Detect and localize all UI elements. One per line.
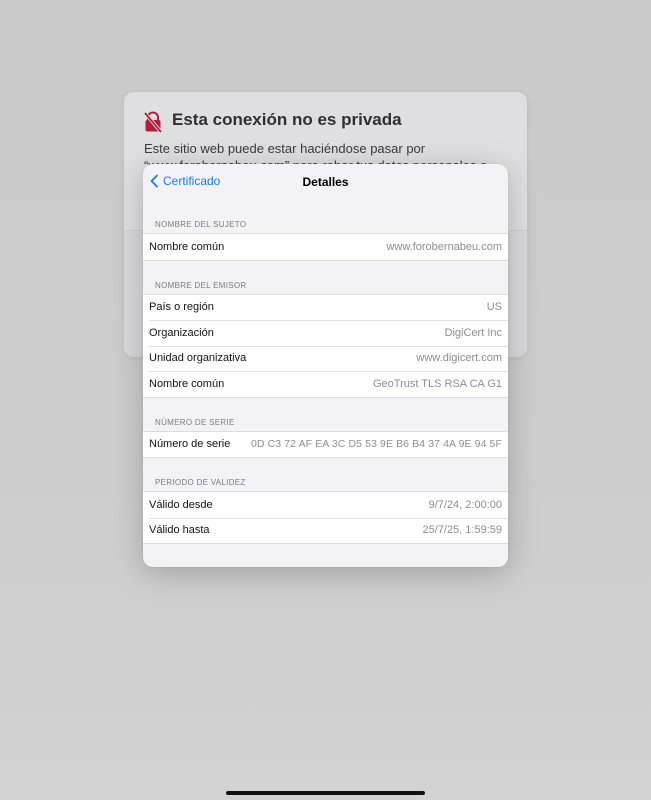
table-row: Organización DigiCert Inc bbox=[143, 320, 508, 346]
section-header-issuer: NOMBRE DEL EMISOR bbox=[155, 280, 247, 290]
section-serial: Número de serie 0D C3 72 AF EA 3C D5 53 … bbox=[143, 430, 508, 458]
table-row: Válido hasta 25/7/25, 1:59:59 bbox=[143, 517, 508, 544]
row-value: US bbox=[486, 301, 502, 314]
section-validity: Válido desde 9/7/24, 2:00:00 Válido hast… bbox=[143, 491, 508, 544]
table-row: Unidad organizativa www.digicert.com bbox=[143, 345, 508, 372]
section-subject: Nombre común www.forobernabeu.com bbox=[143, 233, 508, 261]
row-label: Nombre común bbox=[149, 240, 225, 253]
row-label: País o región bbox=[149, 301, 214, 314]
error-title: Esta conexión no es privada bbox=[172, 110, 402, 129]
row-value: www.forobernabeu.com bbox=[386, 240, 502, 253]
section-header-serial: NÚMERO DE SERIE bbox=[155, 417, 235, 427]
section-header-subject: NOMBRE DEL SUJETO bbox=[155, 220, 247, 229]
lock-slash-icon bbox=[143, 111, 163, 133]
table-row: Válido desde 9/7/24, 2:00:00 bbox=[143, 492, 508, 518]
modal-title: Detalles bbox=[302, 175, 349, 189]
row-value: 9/7/24, 2:00:00 bbox=[428, 498, 502, 511]
row-value: 25/7/25, 1:59:59 bbox=[422, 524, 502, 537]
row-value: GeoTrust TLS RSA CA G1 bbox=[373, 377, 502, 390]
row-label: Válido desde bbox=[149, 498, 213, 511]
row-value: www.digicert.com bbox=[416, 352, 502, 365]
table-row: Nombre común GeoTrust TLS RSA CA G1 bbox=[143, 371, 508, 397]
table-row: Número de serie 0D C3 72 AF EA 3C D5 53 … bbox=[143, 432, 508, 458]
row-label: Válido hasta bbox=[149, 524, 210, 537]
certificate-details-modal: Certificado Detalles NOMBRE DEL SUJETO N… bbox=[143, 164, 508, 567]
section-issuer: País o región US Organización DigiCert I… bbox=[143, 293, 508, 398]
modal-nav-bar: Certificado Detalles bbox=[143, 164, 508, 200]
row-value: 0D C3 72 AF EA 3C D5 53 9E B6 B4 37 4A 9… bbox=[250, 438, 502, 451]
row-value: DigiCert Inc bbox=[444, 326, 502, 339]
row-label: Organización bbox=[149, 326, 214, 339]
row-label: Unidad organizativa bbox=[149, 352, 247, 365]
section-header-validity: PERIODO DE VALIDEZ bbox=[155, 478, 246, 487]
row-label: Nombre común bbox=[149, 377, 225, 390]
home-indicator[interactable] bbox=[226, 791, 425, 795]
row-label: Número de serie bbox=[149, 438, 231, 451]
table-row: País o región US bbox=[143, 295, 508, 321]
error-description-line: Este sitio web puede estar haciéndose pa… bbox=[144, 141, 426, 156]
table-row: Nombre común www.forobernabeu.com bbox=[143, 234, 508, 260]
